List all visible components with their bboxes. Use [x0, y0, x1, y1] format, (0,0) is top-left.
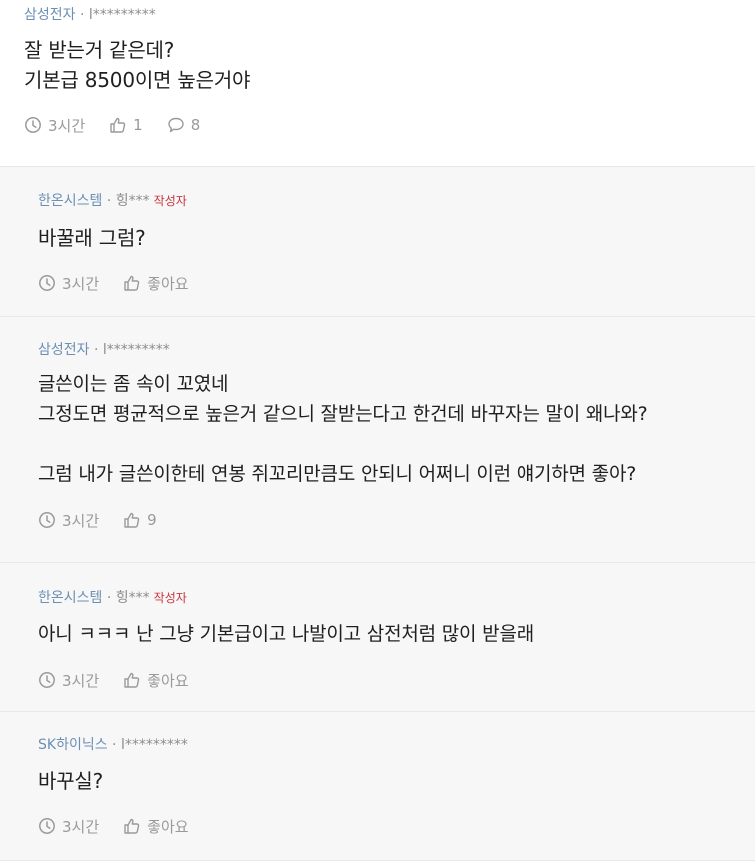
time-stat: 3시간	[38, 510, 99, 531]
author-name[interactable]: l*********	[121, 737, 188, 753]
time-label: 3시간	[62, 817, 100, 836]
comment-thread: 삼성전자 · l********* 잘 받는거 같은데? 기본급 8500이면 …	[0, 0, 755, 861]
company-name[interactable]: 삼성전자	[38, 342, 90, 358]
comment-stats: 3시간 좋아요	[38, 669, 755, 691]
comment-stats: 3시간 좋아요	[38, 272, 755, 294]
thumbs-up-icon	[123, 671, 141, 689]
comment-meta: 삼성전자 · l*********	[24, 6, 755, 24]
comment-meta: 삼성전자 · l*********	[38, 341, 755, 359]
speech-bubble-icon	[167, 116, 185, 134]
time-label: 3시간	[62, 274, 100, 293]
like-label: 좋아요	[147, 274, 189, 293]
meta-separator: ·	[102, 193, 116, 209]
comment-body: 바꿀래 그럼?	[38, 226, 146, 250]
author-badge: 작성자	[153, 194, 187, 208]
meta-separator: ·	[102, 590, 116, 606]
like-label: 좋아요	[147, 817, 189, 836]
reply-comment: 삼성전자 · l********* 글쓴이는 좀 속이 꼬였네 그정도면 평균적…	[0, 317, 755, 563]
reply-button[interactable]: 8	[167, 116, 201, 134]
thumbs-up-icon	[123, 817, 141, 835]
comment-stats: 3시간 1 8	[24, 114, 755, 136]
reply-comment: SK하이닉스 · l********* 바꾸실? 3시간 좋아요	[0, 712, 755, 861]
clock-icon	[38, 671, 56, 689]
comment-top: 삼성전자 · l********* 잘 받는거 같은데? 기본급 8500이면 …	[0, 0, 755, 167]
reply-count: 8	[190, 116, 201, 134]
time-stat: 3시간	[24, 115, 85, 136]
reply-comment: 한온시스템 · 힝*** 작성자 바꿀래 그럼? 3시간 좋아요	[0, 167, 755, 317]
comment-body: 아니 ㅋㅋㅋ 난 그냥 기본급이고 나발이고 삼전처럼 많이 받을래	[38, 623, 534, 645]
thumbs-up-icon	[123, 274, 141, 292]
comment-meta: SK하이닉스 · l*********	[38, 736, 755, 754]
comment-meta: 한온시스템 · 힝*** 작성자	[38, 192, 755, 210]
comment-body: 잘 받는거 같은데? 기본급 8500이면 높은거야	[24, 38, 251, 92]
author-name[interactable]: 힝***	[116, 193, 150, 209]
comment-meta: 한온시스템 · 힝*** 작성자	[38, 589, 755, 607]
reply-comment: 한온시스템 · 힝*** 작성자 아니 ㅋㅋㅋ 난 그냥 기본급이고 나발이고 삼…	[0, 563, 755, 712]
time-label: 3시간	[62, 671, 100, 690]
meta-separator: ·	[75, 7, 89, 23]
clock-icon	[38, 511, 56, 529]
company-name[interactable]: 한온시스템	[38, 193, 102, 209]
like-count: 9	[147, 511, 157, 529]
time-stat: 3시간	[38, 273, 99, 294]
comment-body: 글쓴이는 좀 속이 꼬였네 그정도면 평균적으로 높은거 같으니 잘받는다고 한…	[38, 373, 648, 485]
time-stat: 3시간	[38, 816, 99, 837]
clock-icon	[38, 817, 56, 835]
comment-stats: 3시간 9	[38, 509, 755, 531]
like-button[interactable]: 좋아요	[123, 816, 189, 837]
author-name[interactable]: 힝***	[116, 590, 150, 606]
company-name[interactable]: 삼성전자	[24, 7, 76, 23]
like-count: 1	[133, 116, 143, 134]
like-button[interactable]: 좋아요	[123, 670, 189, 691]
author-name[interactable]: l*********	[103, 342, 170, 358]
company-name[interactable]: SK하이닉스	[38, 737, 108, 753]
author-badge: 작성자	[153, 591, 187, 605]
thumbs-up-icon	[123, 511, 141, 529]
time-label: 3시간	[48, 116, 86, 135]
author-name[interactable]: l*********	[89, 7, 156, 23]
company-name[interactable]: 한온시스템	[38, 590, 102, 606]
clock-icon	[24, 116, 42, 134]
thumbs-up-icon	[109, 116, 127, 134]
meta-separator: ·	[89, 342, 103, 358]
comment-body: 바꾸실?	[38, 769, 104, 793]
like-button[interactable]: 9	[123, 511, 157, 529]
comment-stats: 3시간 좋아요	[38, 815, 755, 837]
clock-icon	[38, 274, 56, 292]
like-label: 좋아요	[147, 671, 189, 690]
time-stat: 3시간	[38, 670, 99, 691]
time-label: 3시간	[62, 511, 100, 530]
like-button[interactable]: 1	[109, 116, 143, 134]
like-button[interactable]: 좋아요	[123, 273, 189, 294]
meta-separator: ·	[107, 737, 121, 753]
